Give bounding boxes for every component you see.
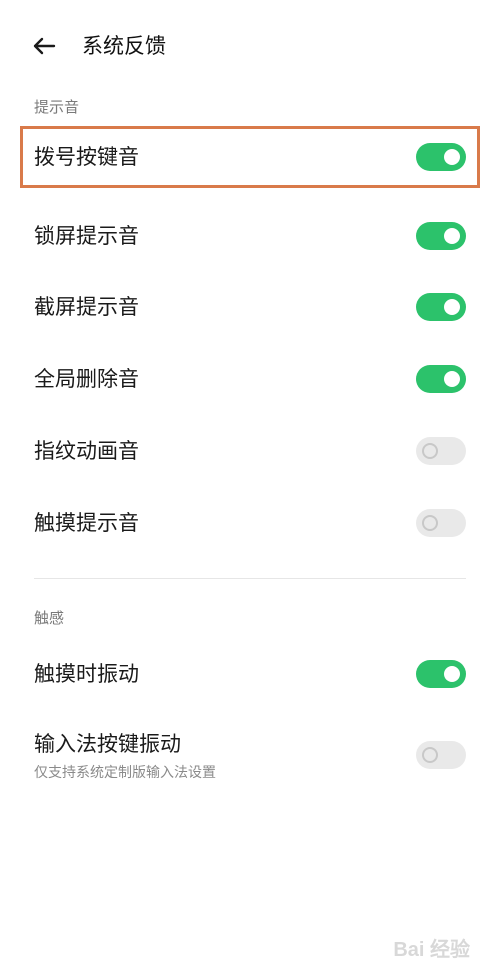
setting-row-keyboard-vibration[interactable]: 输入法按键振动 仅支持系统定制版输入法设置 <box>0 720 500 790</box>
setting-label: 指纹动画音 <box>34 439 139 463</box>
setting-subtitle: 仅支持系统定制版输入法设置 <box>34 765 216 781</box>
toggle-knob <box>422 443 438 459</box>
highlight-box <box>20 126 480 188</box>
watermark-text: Bai 经验 <box>393 938 470 961</box>
setting-label: 触摸提示音 <box>34 511 139 535</box>
setting-row-lock-screen-sound[interactable]: 锁屏提示音 <box>0 200 500 272</box>
toggle-switch-fingerprint-animation-sound[interactable] <box>416 437 466 465</box>
toggle-knob <box>444 666 460 682</box>
setting-label: 触摸时振动 <box>34 662 139 686</box>
section-title-haptics: 触感 <box>34 609 65 627</box>
toggle-knob <box>444 228 460 244</box>
toggle-knob <box>422 747 438 763</box>
setting-label: 全局删除音 <box>34 367 139 391</box>
section-title-sound: 提示音 <box>34 98 80 116</box>
setting-label: 锁屏提示音 <box>34 224 139 248</box>
section-divider <box>34 578 466 579</box>
toggle-knob <box>444 299 460 315</box>
toggle-knob <box>444 371 460 387</box>
setting-row-touch-sound[interactable]: 触摸提示音 <box>0 487 500 559</box>
app-header: 系统反馈 <box>0 0 500 90</box>
toggle-switch-screenshot-sound[interactable] <box>416 293 466 321</box>
toggle-switch-keyboard-vibration[interactable] <box>416 741 466 769</box>
toggle-knob <box>422 515 438 531</box>
setting-row-screenshot-sound[interactable]: 截屏提示音 <box>0 271 500 343</box>
setting-row-fingerprint-animation-sound[interactable]: 指纹动画音 <box>0 415 500 487</box>
setting-row-touch-vibration[interactable]: 触摸时振动 <box>0 638 500 710</box>
setting-label: 截屏提示音 <box>34 295 139 319</box>
toggle-switch-touch-vibration[interactable] <box>416 660 466 688</box>
setting-label: 输入法按键振动 <box>34 732 181 756</box>
toggle-switch-touch-sound[interactable] <box>416 509 466 537</box>
back-arrow-icon[interactable] <box>28 30 60 62</box>
toggle-switch-lock-screen-sound[interactable] <box>416 222 466 250</box>
setting-row-global-delete-sound[interactable]: 全局删除音 <box>0 343 500 415</box>
watermark: Bai 经验 <box>393 927 470 967</box>
toggle-switch-global-delete-sound[interactable] <box>416 365 466 393</box>
page-title: 系统反馈 <box>82 34 166 58</box>
